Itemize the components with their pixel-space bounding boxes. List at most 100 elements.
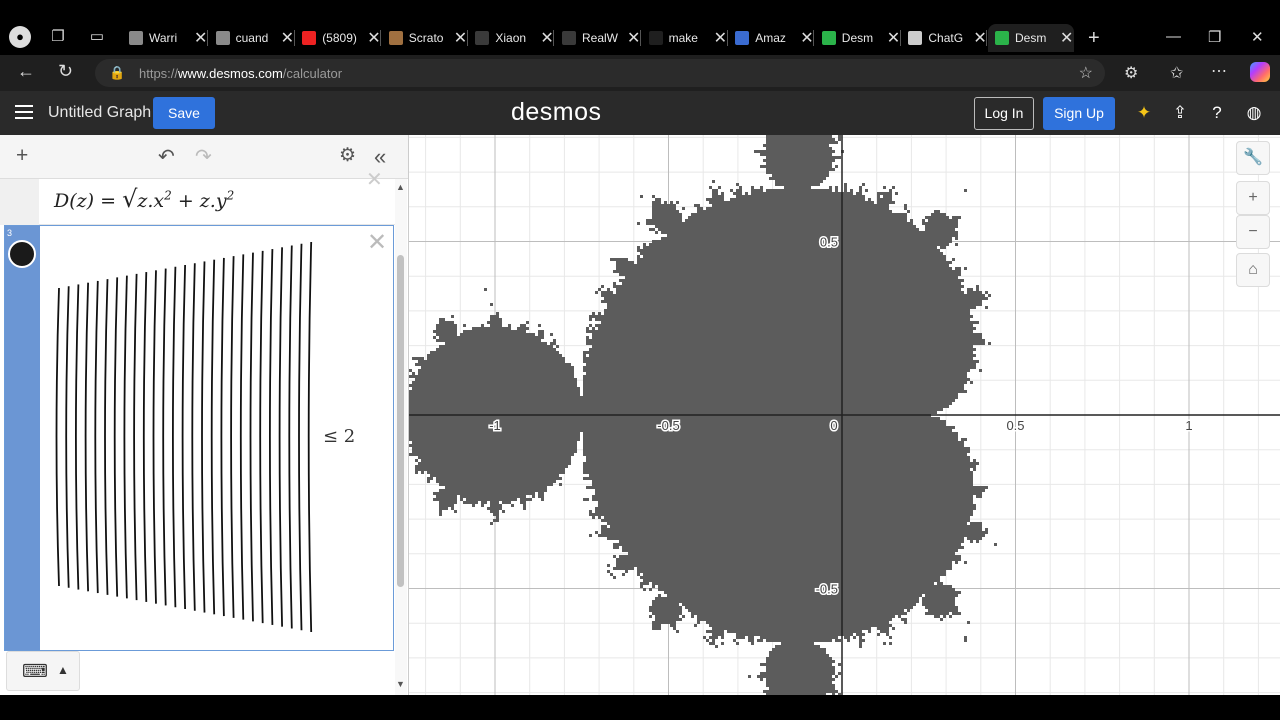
tab-title: Desm [841, 31, 874, 45]
back-icon[interactable]: ← [17, 61, 35, 82]
tab-title: Desm [1015, 31, 1047, 45]
tab-title: ChatG [928, 31, 964, 45]
add-expression-icon[interactable]: + [16, 144, 28, 168]
scrollbar-thumb[interactable] [397, 255, 404, 587]
expression-toolbar: + ↶ ↷ ⚙ « [0, 135, 408, 179]
bracket-stroke [142, 272, 148, 602]
favorite-star-icon[interactable]: ☆ [1079, 63, 1093, 83]
graph-canvas[interactable]: -1 -0.5 0 0.5 1 0.5 -0.5 [409, 135, 1280, 695]
zoom-out-icon[interactable]: − [1236, 215, 1270, 249]
x-tick-label: 0 [830, 418, 837, 433]
browser-tab[interactable]: Xiaon ✕ [468, 24, 555, 52]
graph-settings-wrench-icon[interactable]: 🔧 [1236, 141, 1270, 175]
address-bar-row: ← ↻ 🔒 https://www.desmos.com/calculator … [0, 55, 1280, 91]
tab-close-icon[interactable]: ✕ [194, 28, 207, 48]
graph-title[interactable]: Untitled Graph [48, 104, 151, 122]
expression-row-3[interactable]: 3 ≤ 2 ✕ [4, 225, 394, 651]
expression-row-1[interactable]: D(z) = √z.x2 + z.y2 ✕ [0, 169, 396, 225]
url-field[interactable]: 🔒 https://www.desmos.com/calculator ☆ [95, 59, 1105, 87]
share-icon[interactable]: ⇪ [1170, 103, 1190, 123]
tab-favicon-icon [129, 31, 143, 45]
tab-close-icon[interactable]: ✕ [367, 28, 380, 48]
browser-tab[interactable]: ChatG ✕ [901, 24, 988, 52]
expression-gutter [0, 179, 39, 225]
restore-icon[interactable]: ❐ [1208, 28, 1221, 46]
bracket-stroke [75, 284, 80, 590]
tab-favicon-icon [995, 31, 1009, 45]
tab-actions-icon[interactable]: ▭ [86, 26, 108, 48]
browser-tab[interactable]: Scrato ✕ [382, 24, 468, 52]
minimize-icon[interactable]: — [1166, 28, 1181, 45]
x-tick-label: 1 [1185, 418, 1192, 433]
bracket-stroke [191, 263, 196, 611]
reload-icon[interactable]: ↻ [58, 61, 73, 82]
panel-scrollbar[interactable]: ▲ ▼ [395, 179, 407, 695]
inequality-rhs[interactable]: ≤ 2 [323, 426, 355, 447]
bottom-letterbox [0, 695, 1280, 720]
tab-favicon-icon [475, 31, 490, 45]
favorites-icon[interactable]: ✩ [1170, 63, 1183, 83]
more-menu-icon[interactable]: ⋯ [1211, 61, 1227, 81]
scroll-down-icon[interactable]: ▼ [396, 679, 405, 689]
bracket-stroke [181, 264, 186, 610]
url-path: /calculator [282, 66, 343, 81]
tab-close-icon[interactable]: ✕ [627, 28, 640, 48]
profile-icon[interactable]: ● [9, 26, 31, 48]
tab-close-icon[interactable]: ✕ [973, 28, 986, 48]
browser-tab[interactable]: cuand ✕ [209, 24, 295, 52]
browser-tab[interactable]: Warri ✕ [122, 24, 208, 52]
tab-title: RealW [582, 31, 619, 45]
tab-close-icon[interactable]: ✕ [714, 28, 727, 48]
save-button[interactable]: Save [153, 97, 215, 129]
browser-tab[interactable]: (5809) ✕ [295, 24, 382, 52]
help-icon[interactable]: ? [1207, 103, 1227, 123]
browser-tab[interactable]: Desm ✕ [815, 24, 901, 52]
browser-tab[interactable]: Amaz ✕ [728, 24, 815, 52]
bracket-stroke [94, 280, 99, 594]
login-button[interactable]: Log In [974, 97, 1034, 130]
keypad-toggle[interactable]: ⌨ ▲ [6, 651, 80, 691]
browser-tab[interactable]: Desm ✕ [988, 24, 1074, 52]
redo-icon[interactable]: ↷ [195, 144, 212, 169]
tab-close-icon[interactable]: ✕ [281, 28, 294, 48]
workspaces-icon[interactable]: ❐ [47, 26, 69, 48]
home-icon[interactable]: ⌂ [1236, 253, 1270, 287]
expression-color-icon[interactable] [8, 240, 36, 268]
bracket-stroke [65, 286, 70, 588]
bracket-stroke [201, 261, 206, 613]
keyboard-icon: ⌨ [22, 661, 48, 681]
sparkle-icon[interactable]: ✦ [1134, 103, 1154, 123]
graph-paper[interactable]: -1 -0.5 0 0.5 1 0.5 -0.5 🔧 + − ⌂ [409, 135, 1280, 695]
tab-close-icon[interactable]: ✕ [1060, 28, 1073, 48]
browser-tab[interactable]: RealW ✕ [555, 24, 641, 52]
bracket-stroke [172, 266, 177, 608]
extensions-icon[interactable]: ⚙ [1124, 63, 1138, 83]
signup-button[interactable]: Sign Up [1043, 97, 1115, 130]
language-globe-icon[interactable]: ◍ [1244, 103, 1264, 123]
x-tick-label: 0.5 [1006, 418, 1024, 433]
new-tab-icon[interactable]: + [1088, 27, 1100, 50]
zoom-in-icon[interactable]: + [1236, 181, 1270, 215]
delete-expression-icon[interactable]: ✕ [367, 228, 387, 257]
tab-close-icon[interactable]: ✕ [454, 28, 467, 48]
copilot-icon[interactable] [1250, 62, 1270, 82]
tab-close-icon[interactable]: ✕ [540, 28, 553, 48]
browser-tab[interactable]: make ✕ [642, 24, 728, 52]
lock-icon: 🔒 [109, 65, 126, 80]
tab-close-icon[interactable]: ✕ [887, 28, 900, 48]
scroll-up-icon[interactable]: ▲ [396, 182, 405, 192]
tab-favicon-icon [388, 31, 403, 45]
tab-close-icon[interactable]: ✕ [800, 28, 813, 48]
undo-icon[interactable]: ↶ [158, 144, 175, 169]
bracket-stroke [113, 277, 119, 597]
delete-expression-icon[interactable]: ✕ [366, 167, 383, 192]
tab-favicon-icon [821, 31, 836, 45]
close-window-icon[interactable]: ✕ [1251, 28, 1264, 46]
exponent: 2 [226, 188, 235, 203]
settings-gear-icon[interactable]: ⚙ [339, 144, 356, 167]
menu-icon[interactable] [15, 105, 33, 119]
tab-favicon-icon [302, 31, 317, 45]
bracket-stroke [288, 245, 293, 629]
url-host: www.desmos.com [178, 66, 283, 81]
tab-title: Warri [149, 31, 178, 45]
